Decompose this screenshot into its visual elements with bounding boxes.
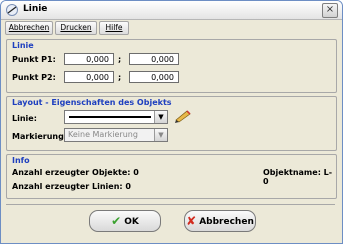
chevron-down-icon[interactable]: ▼ — [154, 111, 167, 123]
info-group-title: Info — [12, 156, 30, 165]
p1-label: Punkt P1: — [12, 55, 56, 64]
check-icon: ✔ — [111, 214, 122, 228]
markierung-label: Markierung: — [12, 132, 68, 141]
p1-y-input[interactable]: 0,000 — [129, 53, 179, 65]
p1-x-input[interactable]: 0,000 — [64, 53, 114, 65]
toolbar-drucken-button[interactable]: Drucken — [55, 21, 97, 35]
markierung-value: Keine Markierung — [68, 130, 138, 139]
info-group: Info Anzahl erzeugter Objekte: 0 Objektn… — [6, 154, 337, 199]
layout-group: Layout - Eigenschaften des Objekts Linie… — [6, 96, 337, 151]
p2-label: Punkt P2: — [12, 73, 56, 82]
object-name: Objektname: L-0 — [263, 168, 333, 186]
close-button[interactable]: × — [322, 3, 338, 18]
ok-button[interactable]: ✔ OK — [89, 210, 161, 232]
window-title: Linie — [23, 4, 48, 14]
app-icon — [6, 4, 18, 16]
objects-count: Anzahl erzeugter Objekte: 0 — [12, 168, 139, 177]
toolbar-abbrechen-button[interactable]: Abbrechen — [5, 21, 53, 35]
abbrechen-label: Abbrechen — [199, 217, 254, 227]
p2-separator: ; — [118, 73, 122, 82]
layout-group-title: Layout - Eigenschaften des Objekts — [12, 98, 172, 107]
linie-style-label: Linie: — [12, 114, 37, 123]
markierung-select[interactable]: Keine Markierung ▼ — [64, 128, 168, 142]
p2-y-input[interactable]: 0,000 — [129, 71, 179, 83]
linie-group-title: Linie — [12, 41, 34, 50]
line-style-preview — [69, 116, 151, 118]
chevron-down-icon[interactable]: ▼ — [154, 129, 167, 141]
dialog-window: Linie × Abbrechen Drucken Hilfe Linie Pu… — [0, 0, 343, 244]
p2-x-input[interactable]: 0,000 — [64, 71, 114, 83]
pencil-icon[interactable] — [173, 108, 193, 124]
linie-group: Linie Punkt P1: 0,000 ; 0,000 Punkt P2: … — [6, 39, 337, 93]
abbrechen-button[interactable]: ✘ Abbrechen — [184, 210, 256, 232]
button-area — [6, 204, 335, 239]
title-bar[interactable]: Linie × — [1, 1, 342, 20]
p1-separator: ; — [118, 55, 122, 64]
ok-label: OK — [124, 217, 139, 227]
line-style-select[interactable]: ▼ — [64, 110, 168, 124]
toolbar: Abbrechen Drucken Hilfe — [1, 20, 342, 35]
cancel-x-icon: ✘ — [186, 214, 197, 228]
toolbar-hilfe-button[interactable]: Hilfe — [99, 21, 129, 35]
lines-count: Anzahl erzeugter Linien: 0 — [12, 182, 131, 191]
